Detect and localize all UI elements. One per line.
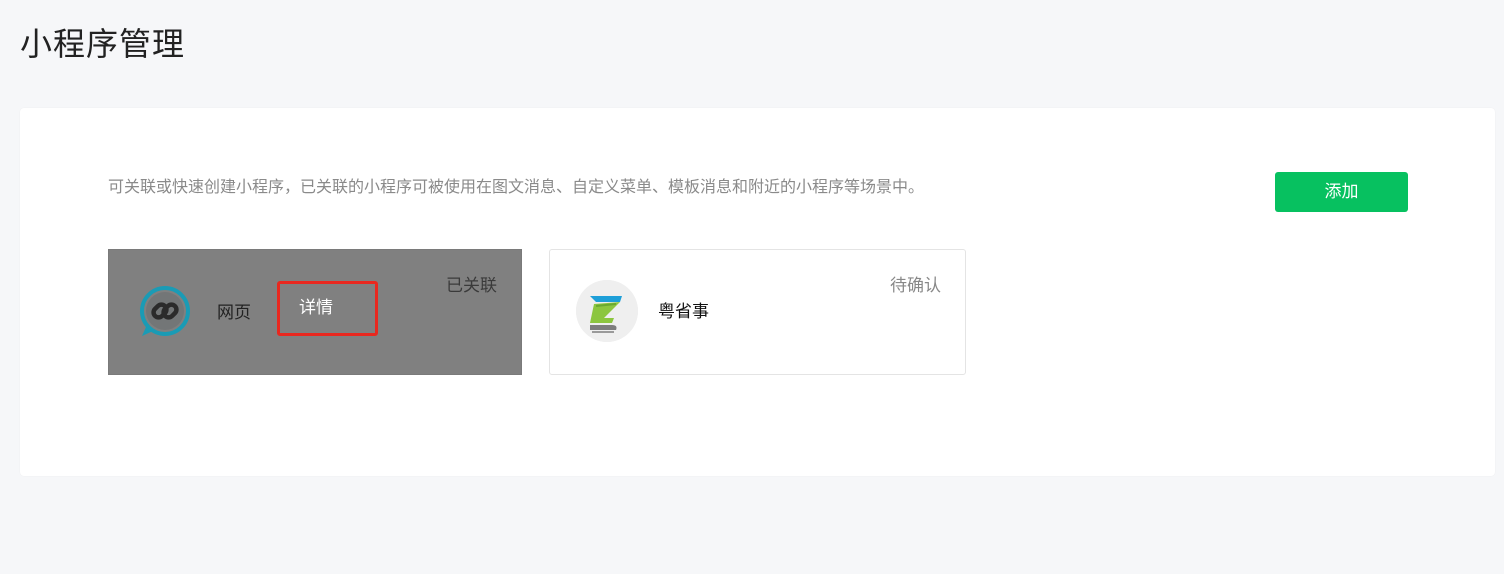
detail-link[interactable]: 详情 — [277, 281, 378, 336]
add-button[interactable]: 添加 — [1275, 172, 1408, 212]
yueshengshi-logo-icon — [576, 280, 638, 342]
mini-program-name: 粤省事 — [658, 302, 709, 322]
status-badge: 待确认 — [890, 276, 941, 296]
mini-program-card[interactable]: 已关联 网页 详情 — [108, 249, 522, 375]
page-title: 小程序管理 — [20, 25, 186, 63]
mini-program-name: 网页 — [217, 303, 251, 323]
mini-program-panel: 可关联或快速创建小程序，已关联的小程序可被使用在图文消息、自定义菜单、模板消息和… — [20, 108, 1495, 476]
link-icon — [137, 283, 193, 339]
mini-program-card[interactable]: 待确认 粤省事 — [549, 249, 966, 375]
panel-description: 可关联或快速创建小程序，已关联的小程序可被使用在图文消息、自定义菜单、模板消息和… — [108, 177, 925, 196]
status-badge: 已关联 — [446, 276, 497, 296]
